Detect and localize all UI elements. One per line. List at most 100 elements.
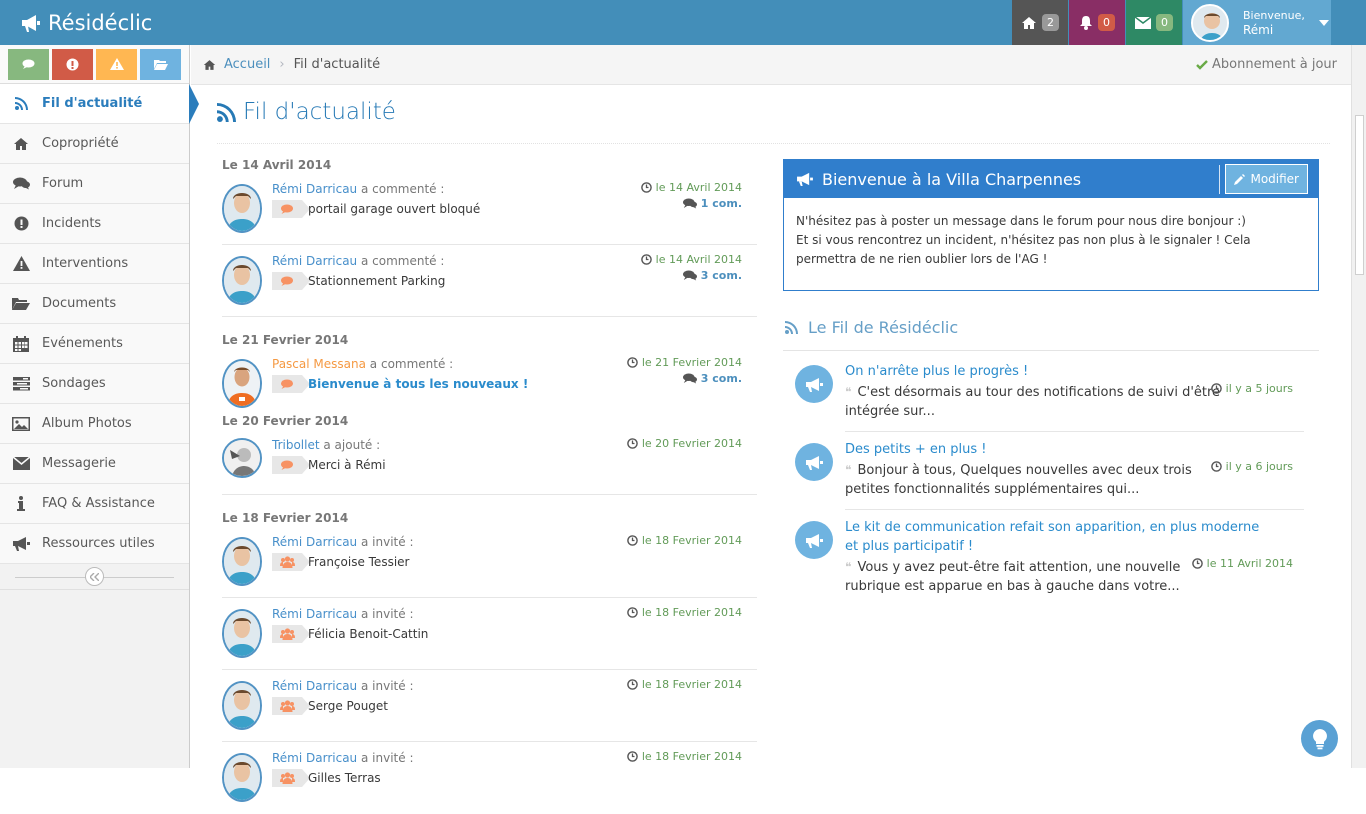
invite-tag [272,553,310,571]
feed-item[interactable]: Pascal Messana a commenté : Bienvenue à … [222,354,757,412]
breadcrumb-home-link[interactable]: Accueil [224,57,270,72]
feed-item-title[interactable]: portail garage ouvert bloqué [308,202,480,216]
author-link[interactable]: Rémi Darricau [272,607,357,621]
sidebar-item-copropriete[interactable]: Copropriété [0,124,189,164]
double-angle-left-icon [90,572,99,581]
author-link[interactable]: Rémi Darricau [272,254,357,268]
bullhorn-icon [806,377,823,392]
messages-button[interactable]: 0 [1126,0,1182,45]
news-item-title[interactable]: On n'arrête plus le progrès ! [845,362,1275,381]
group-icon [279,772,295,784]
feed-item-title[interactable]: Félicia Benoit-Cattin [308,627,428,641]
avatar[interactable] [222,681,262,730]
author-link[interactable]: Rémi Darricau [272,679,357,693]
breadcrumb: Accueil › Fil d'actualité Abonnement à j… [191,45,1351,85]
shortcut-documents-button[interactable] [140,48,181,80]
feed-item-title[interactable]: Stationnement Parking [308,274,445,288]
sidebar-collapse-button[interactable] [85,567,104,586]
shortcut-incidents-button[interactable] [52,48,93,80]
date-text: le 20 Fevrier 2014 [641,437,742,450]
author-link[interactable]: Rémi Darricau [272,182,357,196]
author-link[interactable]: Rémi Darricau [272,751,357,765]
feed-item[interactable]: Rémi Darricau a invité : Serge Pouget le… [222,676,757,742]
sidebar-item-messagerie[interactable]: Messagerie [0,444,189,484]
feed-item-title[interactable]: Françoise Tessier [308,555,409,569]
news-body-text: Vous y avez peut-être fait attention, un… [845,560,1181,594]
sidebar-item-incidents[interactable]: Incidents [0,204,189,244]
feed-item-author: Tribollet a ajouté : [272,438,380,452]
sidebar-item-faq[interactable]: FAQ & Assistance [0,484,189,524]
avatar[interactable] [222,537,262,586]
quote-icon: ❝ [845,560,852,574]
news-item-divider [845,509,1304,510]
comment-count: 3 com. [700,372,742,385]
shortcut-interventions-button[interactable] [96,48,137,80]
header-divider [1219,165,1220,194]
feed-item[interactable]: Rémi Darricau a invité : Françoise Tessi… [222,532,757,598]
news-item-body: ❝ C'est désormais au tour des notificatio… [845,383,1225,421]
avatar[interactable] [222,753,262,802]
edit-button[interactable]: Modifier [1225,164,1308,194]
news-body-text: Bonjour à tous, Quelques nouvelles avec … [845,463,1192,497]
news-item-divider [845,431,1304,432]
home-notifications-button[interactable]: 2 [1012,0,1068,45]
shortcut-forum-button[interactable] [8,48,49,80]
comment-count: 1 com. [700,197,742,210]
scrollbar-thumb[interactable] [1355,115,1364,275]
comment-count-link[interactable]: 3 com. [682,269,742,282]
feed-item-title[interactable]: Serge Pouget [308,699,388,713]
page-scrollbar[interactable] [1351,45,1366,768]
sidebar-item-documents[interactable]: Documents [0,284,189,324]
sidebar-item-feed[interactable]: Fil d'actualité [0,84,189,124]
user-avatar [1191,3,1229,42]
author-link[interactable]: Pascal Messana [272,357,366,371]
avatar[interactable] [222,359,262,408]
feed-item-title[interactable]: Bienvenue à tous les nouveaux ! [308,377,528,391]
news-section-title: Le Fil de Résidéclic [785,318,958,337]
sidebar-item-ressources[interactable]: Ressources utiles [0,524,189,564]
user-menu[interactable]: Bienvenue, Rémi [1183,0,1331,45]
avatar[interactable] [222,609,262,658]
feed-action: a invité : [361,751,414,765]
sidebar-item-label: Evénements [42,336,123,351]
sidebar-item-evenements[interactable]: Evénements [0,324,189,364]
group-icon [279,556,295,568]
comment-count-link[interactable]: 3 com. [682,372,742,385]
avatar[interactable] [222,184,262,233]
brand-logo[interactable]: Résidéclic [20,0,152,45]
clock-icon [627,438,638,449]
avatar[interactable] [222,256,262,305]
feed-item-title[interactable]: Merci à Rémi [308,458,386,472]
feed-item-title[interactable]: Gilles Terras [308,771,381,785]
feed-item[interactable]: Rémi Darricau a commenté : portail garag… [222,179,757,245]
welcome-line: Et si vous rencontrez un incident, n'hés… [796,233,1251,266]
author-link[interactable]: Tribollet [272,438,320,452]
sidebar-item-label: Documents [42,296,117,311]
sidebar-item-album[interactable]: Album Photos [0,404,189,444]
comment-tag [272,200,310,218]
notif-count-badge: 0 [1098,14,1115,31]
news-item-title[interactable]: Des petits + en plus ! [845,440,1275,459]
sidebar-item-sondages[interactable]: Sondages [0,364,189,404]
author-link[interactable]: Rémi Darricau [272,535,357,549]
sidebar-shortcuts [0,45,189,84]
avatar[interactable] [222,438,262,478]
feed-item[interactable]: Rémi Darricau a invité : Félicia Benoit-… [222,604,757,670]
feed-item[interactable]: Rémi Darricau a commenté : Stationnement… [222,251,757,317]
news-item-title[interactable]: Le kit de communication refait son appar… [845,518,1275,556]
sidebar-item-forum[interactable]: Forum [0,164,189,204]
comment-count-link[interactable]: 1 com. [682,197,742,210]
date-text: le 18 Fevrier 2014 [641,678,742,691]
welcome-label: Bienvenue, [1243,8,1305,22]
warning-icon [109,58,124,70]
sidebar-item-label: Album Photos [42,416,132,431]
sidebar-item-interventions[interactable]: Interventions [0,244,189,284]
notifications-button[interactable]: 0 [1069,0,1125,45]
invite-tag [272,625,310,643]
feed-item[interactable]: Rémi Darricau a invité : Gilles Terras l… [222,748,757,814]
mail-count-badge: 0 [1156,14,1173,31]
comment-count: 3 com. [700,269,742,282]
feed-item[interactable]: Tribollet a ajouté : Merci à Rémi le 20 … [222,435,757,495]
help-button[interactable] [1301,720,1338,757]
sidebar-item-label: Copropriété [42,136,119,151]
